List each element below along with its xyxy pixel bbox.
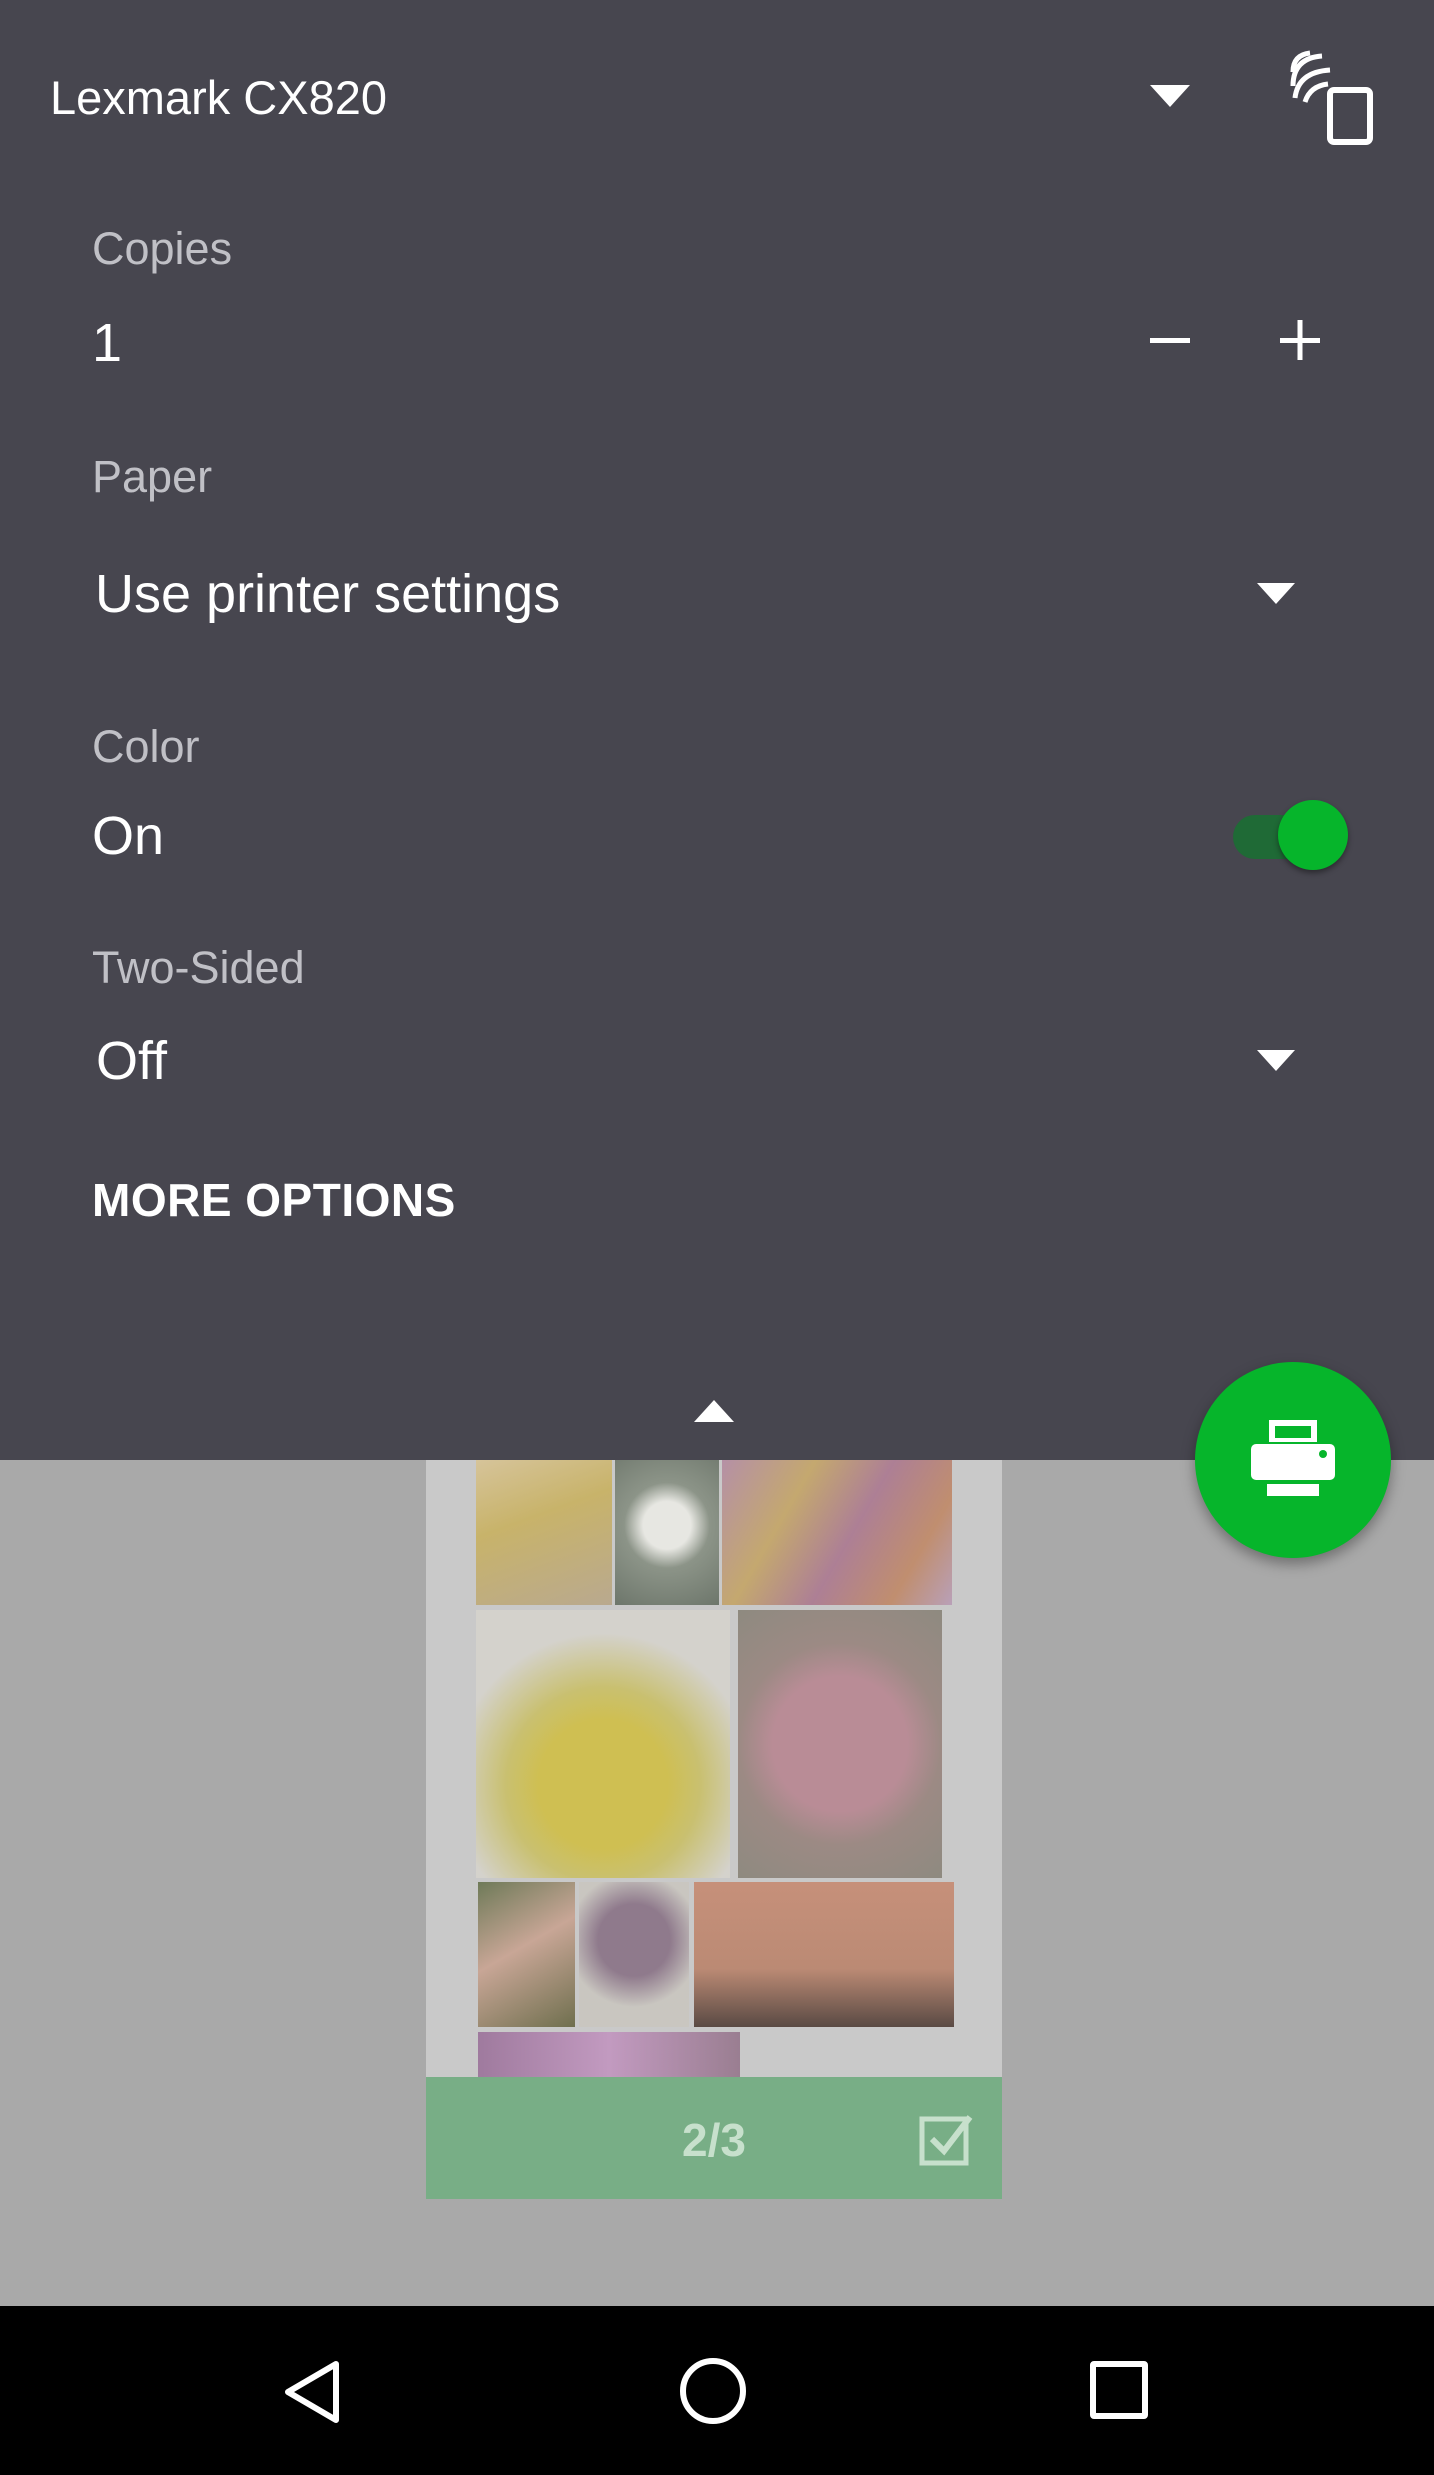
page-footer[interactable]: 2/3	[426, 2077, 1002, 2199]
photo-portrait	[694, 1882, 954, 2027]
home-icon[interactable]	[680, 2358, 746, 2424]
page-preview[interactable]	[426, 1460, 1002, 2077]
checkbox-checked-icon[interactable]	[918, 2111, 976, 2169]
two-sided-dropdown-arrow-icon[interactable]	[1257, 1050, 1295, 1071]
photo-sunflowers	[476, 1460, 612, 1605]
color-label: Color	[92, 721, 200, 772]
photo-pink-roses	[738, 1610, 942, 1878]
color-value: On	[92, 806, 165, 866]
copies-value[interactable]: 1	[92, 312, 122, 374]
photo-white-rose	[615, 1460, 719, 1605]
photo-smiley-mug	[476, 1610, 730, 1878]
photo-plumeria	[478, 1882, 575, 2027]
printer-icon	[1251, 1420, 1335, 1496]
print-service-icon[interactable]	[1290, 50, 1380, 145]
toggle-knob	[1278, 800, 1348, 870]
photo-dahlias	[722, 1460, 952, 1605]
recent-apps-icon[interactable]	[1090, 2361, 1148, 2419]
navigation-bar	[0, 2306, 1434, 2475]
collapse-arrow-icon[interactable]	[694, 1400, 734, 1422]
page-number: 2/3	[682, 2114, 746, 2166]
paper-label: Paper	[92, 451, 213, 502]
print-button[interactable]	[1195, 1362, 1391, 1558]
color-toggle[interactable]	[1225, 800, 1350, 870]
more-options-button[interactable]: MORE OPTIONS	[92, 1173, 456, 1227]
photo-purple-flower	[478, 2032, 740, 2077]
paper-dropdown-arrow-icon[interactable]	[1257, 583, 1295, 604]
two-sided-label: Two-Sided	[92, 942, 305, 993]
photo-bouquet	[579, 1882, 689, 2027]
dropdown-arrow-icon[interactable]	[1150, 85, 1190, 107]
printer-name[interactable]: Lexmark CX820	[50, 70, 387, 125]
minus-icon[interactable]	[1140, 300, 1200, 380]
copies-label: Copies	[92, 223, 233, 274]
two-sided-select[interactable]: Off	[96, 1030, 167, 1092]
print-settings-panel: Lexmark CX820 Copies 1 Paper Use printer…	[0, 0, 1434, 1460]
plus-icon[interactable]	[1265, 300, 1335, 380]
back-icon[interactable]	[280, 2358, 344, 2426]
paper-select[interactable]: Use printer settings	[95, 563, 560, 625]
